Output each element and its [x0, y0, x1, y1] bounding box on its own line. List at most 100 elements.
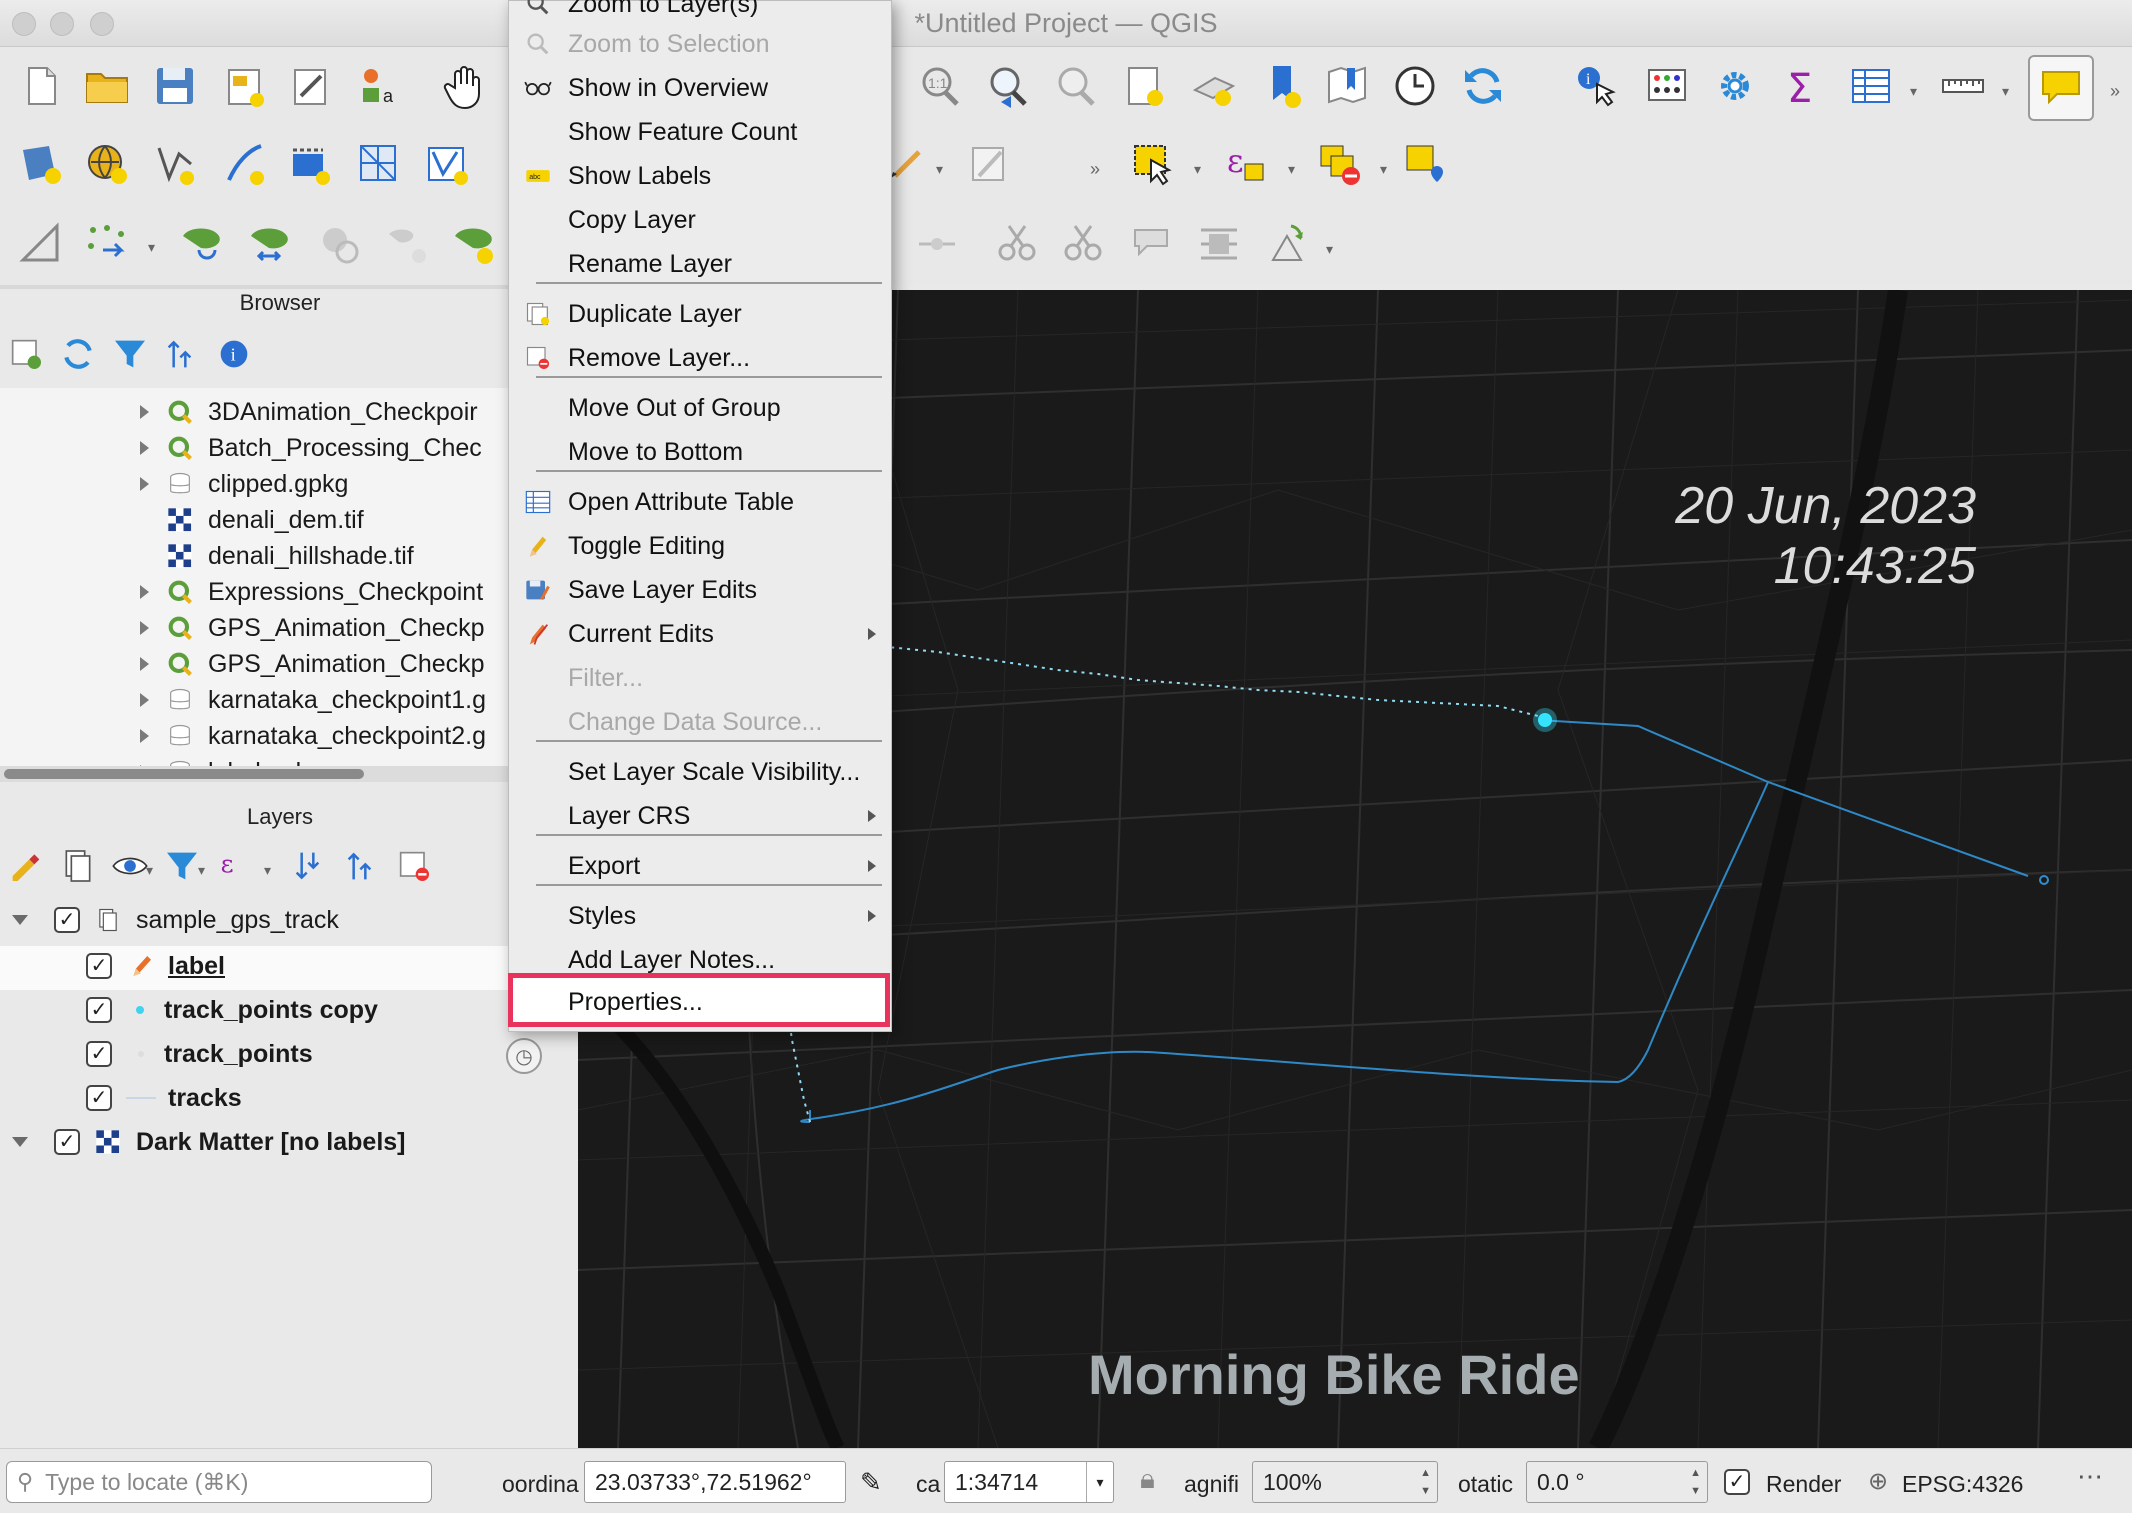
- zoom-last-icon[interactable]: [980, 59, 1034, 113]
- layer-item-tracks[interactable]: ✓ tracks: [86, 1080, 242, 1116]
- menu-item-move-out-of-group[interactable]: Move Out of Group: [508, 388, 890, 428]
- split-parts-icon[interactable]: [1056, 217, 1110, 271]
- magnifier-spinbox[interactable]: 100% ▲ ▼: [1252, 1461, 1438, 1503]
- layer-group-sample-gps-track[interactable]: ✓ sample_gps_track: [12, 902, 552, 938]
- expand-arrow-icon[interactable]: [140, 585, 149, 599]
- add-group-icon[interactable]: [58, 846, 98, 886]
- temporal-indicator-icon[interactable]: ◷: [506, 1038, 542, 1074]
- scale-combobox[interactable]: 1:34714 ▾: [944, 1461, 1114, 1503]
- locator-search-input[interactable]: ⚲ Type to locate (⌘K): [6, 1461, 432, 1503]
- menu-item-toggle-editing[interactable]: Toggle Editing: [508, 526, 890, 566]
- new-spatial-bookmark-icon[interactable]: [1118, 59, 1172, 113]
- layer-visibility-checkbox[interactable]: ✓: [86, 1041, 112, 1067]
- new-mesh-layer-icon[interactable]: [352, 137, 406, 191]
- filter-legend-dropdown-icon[interactable]: ▾: [198, 862, 205, 879]
- temporal-controller-icon[interactable]: [1388, 59, 1442, 113]
- select-features-icon[interactable]: [1126, 137, 1180, 191]
- manage-visibility-icon[interactable]: [110, 846, 150, 886]
- open-field-calculator-icon[interactable]: [1640, 59, 1694, 113]
- toggle-extents-icon[interactable]: ✎: [860, 1467, 882, 1498]
- align-icon[interactable]: [1192, 217, 1246, 271]
- menu-item-remove-layer[interactable]: Remove Layer...: [508, 338, 890, 378]
- filter-expression-icon[interactable]: ε: [214, 846, 254, 886]
- attribute-table-icon[interactable]: [1844, 59, 1898, 113]
- toolbar-overflow-icon[interactable]: »: [2110, 81, 2120, 102]
- lock-scale-icon[interactable]: 🔒︎: [1140, 1463, 1155, 1496]
- scale-dropdown-icon[interactable]: ▾: [1086, 1462, 1113, 1502]
- browser-item[interactable]: clipped.gpkg: [140, 466, 348, 502]
- simplify-feature-icon[interactable]: [380, 217, 434, 271]
- coordinate-field[interactable]: 23.03733°,72.51962°: [584, 1461, 846, 1503]
- digitize-angle-icon[interactable]: [14, 217, 68, 271]
- statistical-summary-icon[interactable]: Σ: [1776, 59, 1830, 113]
- browser-item[interactable]: GPS_Animation_Checkp: [140, 646, 485, 682]
- save-project-icon[interactable]: [148, 59, 202, 113]
- expand-arrow-icon[interactable]: [12, 1137, 28, 1147]
- browser-item[interactable]: denali_hillshade.tif: [140, 538, 414, 574]
- visibility-dropdown-icon[interactable]: ▾: [146, 862, 153, 879]
- bookmark-add-icon[interactable]: [1256, 59, 1310, 113]
- crs-label[interactable]: EPSG:4326: [1902, 1471, 2023, 1498]
- open-layer-styling-icon[interactable]: [6, 846, 46, 886]
- menu-item-open-attribute-table[interactable]: Open Attribute Table: [508, 482, 890, 522]
- offset-curve-icon[interactable]: [242, 217, 296, 271]
- menu-item-layer-crs[interactable]: Layer CRS: [508, 796, 890, 836]
- show-bookmarks-icon[interactable]: [1186, 59, 1240, 113]
- snapping-dropdown-icon[interactable]: ▾: [148, 239, 155, 256]
- remove-layer-icon[interactable]: [394, 846, 434, 886]
- settings-gear-icon[interactable]: [1708, 59, 1762, 113]
- menu-item-copy-layer[interactable]: Copy Layer: [508, 200, 890, 240]
- select-by-expression-icon[interactable]: ε: [1220, 137, 1274, 191]
- messages-icon[interactable]: ⋯: [2068, 1461, 2112, 1501]
- new-project-icon[interactable]: [14, 59, 68, 113]
- refresh-icon[interactable]: [1456, 59, 1510, 113]
- menu-item-move-to-bottom[interactable]: Move to Bottom: [508, 432, 890, 472]
- menu-item-show-labels[interactable]: abc Show Labels: [508, 156, 890, 196]
- layer-item-basemap[interactable]: ✓ Dark Matter [no labels]: [12, 1124, 406, 1160]
- browser-item[interactable]: GPS_Animation_Checkp: [140, 610, 485, 646]
- rotate-feature-icon[interactable]: [312, 217, 366, 271]
- spatial-bookmarks-icon[interactable]: [1320, 59, 1374, 113]
- expand-arrow-icon[interactable]: [140, 729, 149, 743]
- group-visibility-checkbox[interactable]: ✓: [54, 907, 80, 933]
- menu-item-save-layer-edits[interactable]: Save Layer Edits: [508, 570, 890, 610]
- spin-arrows-icon[interactable]: ▲ ▼: [1420, 1464, 1431, 1500]
- select-location-icon[interactable]: [1398, 137, 1452, 191]
- snapping-icon[interactable]: [80, 217, 134, 271]
- merge-features-icon[interactable]: [910, 217, 964, 271]
- layer-item-track-points[interactable]: ✓ track_points: [86, 1036, 313, 1072]
- menu-item-set-layer-scale-visibility[interactable]: Set Layer Scale Visibility...: [508, 752, 890, 792]
- open-project-icon[interactable]: [80, 59, 134, 113]
- rotation-spinbox[interactable]: 0.0 ° ▲ ▼: [1526, 1461, 1708, 1503]
- vertex-tool-dropdown-icon[interactable]: ▾: [936, 161, 943, 178]
- crs-globe-icon[interactable]: ⊕: [1868, 1467, 1888, 1496]
- browser-item[interactable]: karnataka_checkpoint1.g: [140, 682, 486, 718]
- browser-item[interactable]: 3DAnimation_Checkpoir: [140, 394, 478, 430]
- scrollbar-thumb[interactable]: [4, 769, 364, 779]
- menu-item-current-edits[interactable]: Current Edits: [508, 614, 890, 654]
- style-manager-icon[interactable]: a: [352, 59, 406, 113]
- new-temporary-layer-icon[interactable]: [218, 137, 272, 191]
- layer-item-label[interactable]: ✓ label: [86, 948, 225, 984]
- attribute-table-dropdown-icon[interactable]: ▾: [1910, 83, 1917, 100]
- refresh-browser-icon[interactable]: [58, 334, 98, 374]
- new-shapefile-layer-icon[interactable]: [148, 137, 202, 191]
- expand-arrow-icon[interactable]: [140, 621, 149, 635]
- map-tips-icon[interactable]: [2028, 55, 2094, 121]
- split-features-icon[interactable]: [990, 217, 1044, 271]
- data-source-manager-icon[interactable]: [14, 137, 68, 191]
- layer-item-track-points-copy[interactable]: ✓ track_points copy: [86, 992, 378, 1028]
- filter-expression-dropdown-icon[interactable]: ▾: [264, 862, 271, 879]
- browser-item[interactable]: denali_dem.tif: [140, 502, 364, 538]
- expand-arrow-icon[interactable]: [140, 441, 149, 455]
- select-expression-dropdown-icon[interactable]: ▾: [1288, 161, 1295, 178]
- new-print-layout-icon[interactable]: [218, 59, 272, 113]
- browser-item[interactable]: Batch_Processing_Chec: [140, 430, 482, 466]
- menu-item-zoom-to-layer-s[interactable]: Zoom to Layer(s): [508, 0, 890, 24]
- expand-all-icon[interactable]: [290, 846, 330, 886]
- rotate-label-icon[interactable]: [1260, 217, 1314, 271]
- properties-info-icon[interactable]: i: [214, 334, 254, 374]
- menu-item-duplicate-layer[interactable]: Duplicate Layer: [508, 294, 890, 334]
- new-vector-tile-layer-icon[interactable]: [420, 137, 474, 191]
- zoom-next-icon[interactable]: [1048, 59, 1102, 113]
